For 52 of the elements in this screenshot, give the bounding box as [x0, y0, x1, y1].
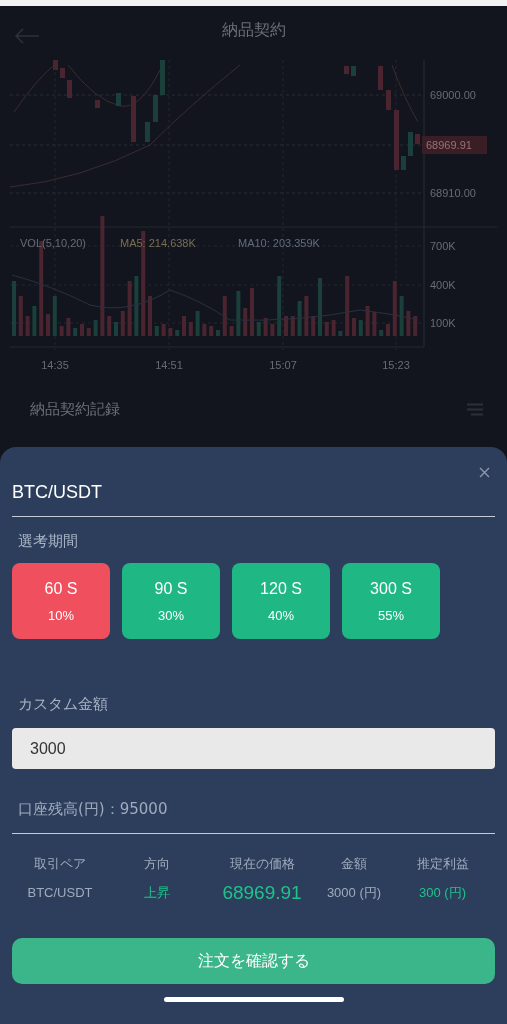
column-header: 現在の価格: [229, 855, 295, 873]
page-title: 納品契約: [221, 19, 286, 41]
current-price-tag: 68969.91: [426, 139, 472, 151]
candlestick: [378, 66, 383, 90]
period-option[interactable]: 300 S 55%: [342, 563, 440, 639]
volume-axis-label: 100K: [430, 317, 456, 329]
column-header: 方向: [144, 855, 170, 873]
time-axis-label: 15:23: [382, 359, 410, 371]
summary-value: 300 (円): [419, 884, 466, 902]
candlestick: [394, 110, 399, 170]
time-axis-label: 15:07: [269, 359, 297, 371]
candlestick: [160, 60, 165, 95]
candlestick: [67, 80, 72, 98]
menu-icon[interactable]: [467, 403, 483, 416]
balance-text: 口座残高(円)：95000: [12, 799, 495, 834]
time-axis-label: 14:51: [155, 359, 183, 371]
candlestick: [131, 96, 136, 142]
column-header: 金額: [341, 855, 367, 873]
period-label: 選考期間: [18, 531, 79, 551]
volume-axis-label: 400K: [430, 279, 456, 291]
price-tag-background: [422, 136, 487, 154]
candlestick: [401, 156, 406, 170]
confirm-order-button[interactable]: 注文を確認する: [12, 938, 495, 984]
trading-pair-title: BTC/USDT: [12, 481, 495, 517]
column-header: 取引ペア: [34, 855, 86, 873]
summary-value: BTC/USDT: [27, 884, 93, 902]
summary-value: 68969.91: [222, 882, 302, 904]
summary-value: 上昇: [144, 884, 170, 902]
price-axis-label: 68910.00: [430, 187, 476, 199]
candlestick: [116, 93, 121, 106]
time-axis-label: 14:35: [41, 359, 69, 371]
period-option[interactable]: 60 S 10%: [12, 563, 110, 639]
close-icon[interactable]: [479, 467, 490, 478]
amount-label: カスタム金額: [18, 694, 109, 714]
column-header: 推定利益: [416, 855, 469, 873]
candlestick: [145, 122, 150, 142]
indicator-legend: MA5: 214.638K: [120, 237, 196, 249]
candlestick: [415, 134, 420, 144]
candlestick: [153, 95, 158, 122]
candlestick: [386, 90, 391, 110]
period-option[interactable]: 120 S 40%: [232, 563, 330, 639]
back-arrow-icon[interactable]: [14, 28, 40, 44]
amount-field[interactable]: 3000: [12, 728, 495, 769]
candlestick: [95, 100, 100, 108]
candlestick: [408, 132, 413, 156]
summary-value: 3000 (円): [326, 884, 382, 902]
indicator-legend: MA10: 203.359K: [238, 237, 320, 249]
period-option[interactable]: 90 S 30%: [122, 563, 220, 639]
indicator-legend: VOL(5,10,20): [20, 237, 87, 249]
price-axis-label: 69000.00: [430, 89, 476, 101]
volume-axis-label: 700K: [430, 240, 456, 252]
section-title: 納品契約記録: [30, 400, 120, 419]
